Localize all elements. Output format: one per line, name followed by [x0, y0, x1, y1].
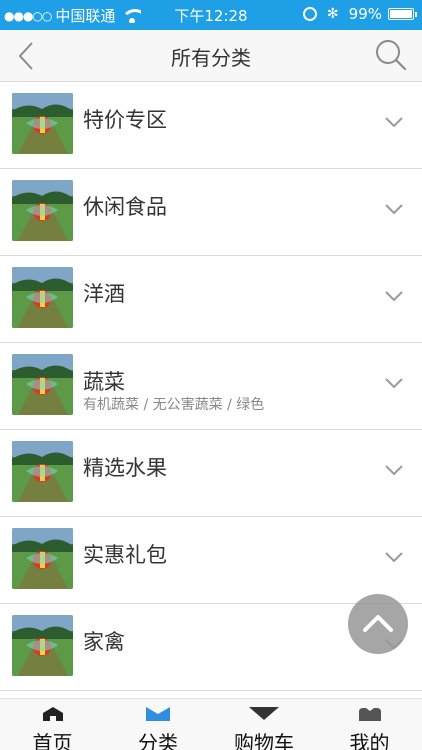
category-subtitle: 有机蔬菜 / 无公害蔬菜 / 绿色: [83, 397, 265, 413]
page-title: 所有分类: [171, 46, 251, 70]
category-thumbnail: [12, 528, 73, 589]
tab-cart[interactable]: 购物车: [211, 699, 317, 750]
tab-label-category: 分类: [138, 731, 178, 750]
tab-bar: 首页 分类 购物车 我的: [0, 698, 422, 750]
tab-category[interactable]: 分类: [105, 699, 211, 750]
category-row[interactable]: 蔬菜 有机蔬菜 / 无公害蔬菜 / 绿色: [0, 343, 422, 430]
category-row[interactable]: 休闲食品: [0, 169, 422, 256]
tab-label-home: 首页: [32, 731, 73, 750]
category-row[interactable]: 洋酒: [0, 256, 422, 343]
navigation-bar: 所有分类: [0, 30, 422, 82]
category-thumbnail: [12, 180, 73, 241]
category-label: 休闲食品: [83, 195, 167, 219]
category-row[interactable]: 特价专区: [0, 82, 422, 169]
home-icon: [42, 707, 63, 721]
battery-icon: [388, 8, 417, 20]
category-label: 蔬菜: [83, 370, 125, 394]
scroll-to-top-button[interactable]: [348, 594, 408, 654]
category-icon: [146, 707, 170, 721]
rotation-lock-icon: [302, 7, 317, 21]
status-bar: ●●●○○ 中国联通 下午12:28 ✻ 99%: [0, 0, 422, 30]
cart-icon: [249, 707, 279, 720]
chevron-down-icon[interactable]: [384, 203, 404, 215]
tab-label-profile: 我的: [349, 731, 390, 750]
tab-home[interactable]: 首页: [0, 699, 105, 750]
chevron-down-icon[interactable]: [384, 551, 404, 563]
category-thumbnail: [12, 615, 73, 676]
category-label: 实惠礼包: [83, 543, 167, 567]
chevron-down-icon[interactable]: [384, 290, 404, 302]
category-thumbnail: [12, 354, 73, 415]
chevron-up-icon: [363, 615, 393, 632]
tab-profile[interactable]: 我的: [317, 699, 422, 750]
category-thumbnail: [12, 441, 73, 502]
category-row[interactable]: 精选水果: [0, 430, 422, 517]
category-label: 特价专区: [83, 108, 167, 132]
chevron-down-icon[interactable]: [384, 116, 404, 128]
tab-label-cart: 购物车: [234, 731, 294, 750]
chevron-down-icon[interactable]: [384, 377, 404, 389]
search-icon[interactable]: [374, 38, 408, 72]
category-thumbnail: [12, 267, 73, 328]
profile-icon: [358, 708, 381, 721]
category-label: 洋酒: [83, 282, 125, 306]
category-label: 家禽: [83, 630, 125, 654]
bluetooth-icon: ✻: [326, 6, 339, 22]
battery-percent: 99%: [348, 5, 382, 23]
category-label: 精选水果: [83, 456, 167, 480]
category-thumbnail: [12, 93, 73, 154]
chevron-down-icon[interactable]: [384, 464, 404, 476]
battery-level: [390, 10, 412, 18]
category-row[interactable]: 实惠礼包: [0, 517, 422, 604]
